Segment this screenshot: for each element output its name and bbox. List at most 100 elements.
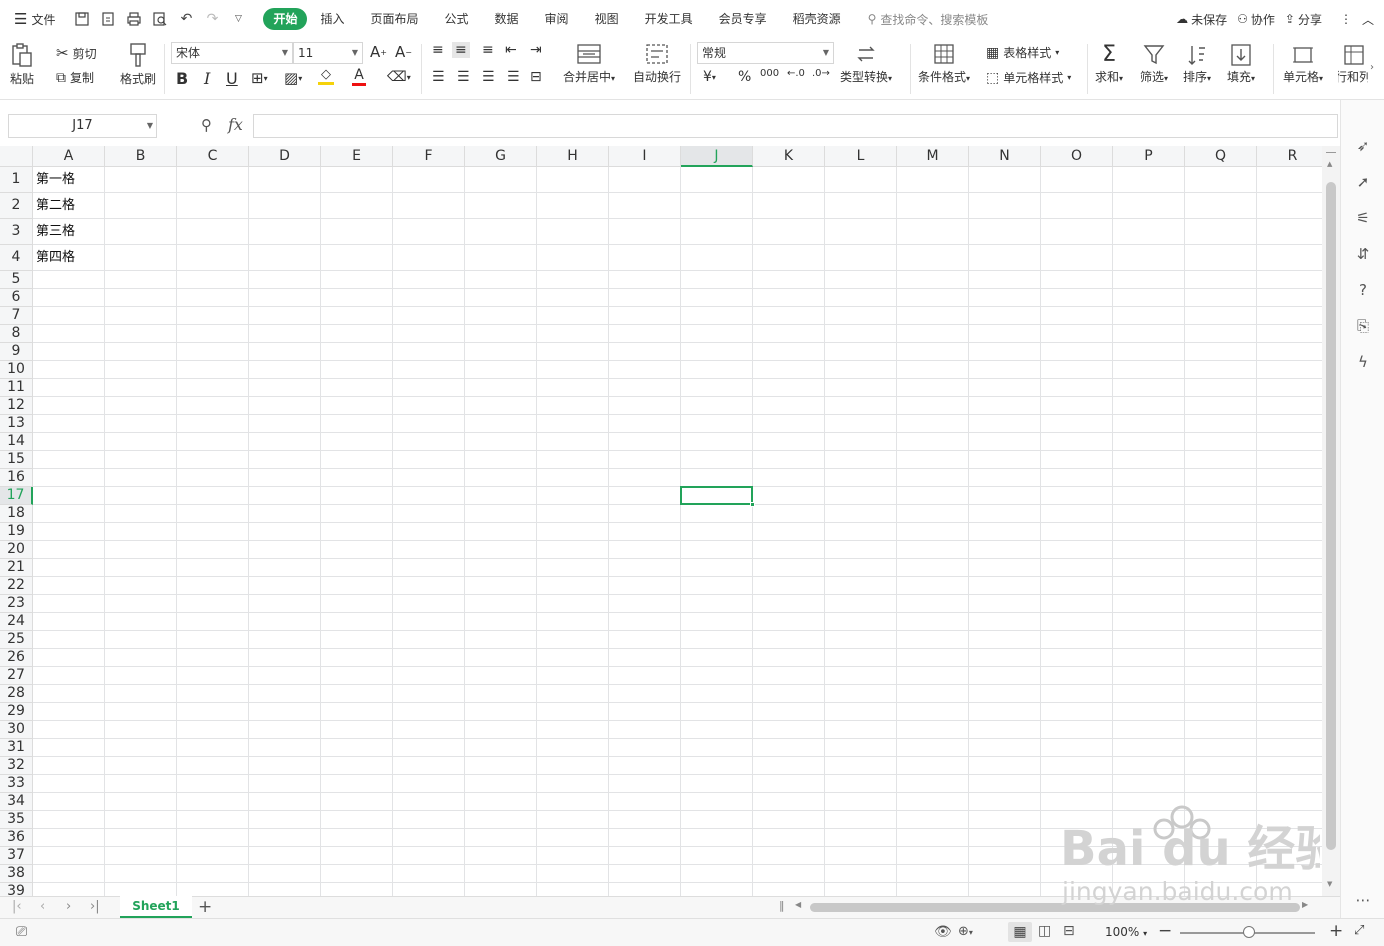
italic-button[interactable]: I bbox=[204, 69, 210, 88]
tab-insert[interactable]: 插入 bbox=[307, 8, 357, 30]
row-header-20[interactable]: 20 bbox=[0, 541, 33, 559]
reading-mode-icon[interactable]: ⊕▾ bbox=[958, 924, 973, 939]
eraser-icon[interactable]: ⌫ ▾ bbox=[387, 69, 411, 85]
paste-button[interactable]: 粘贴 bbox=[10, 42, 34, 87]
lightning-icon[interactable]: ϟ bbox=[1353, 352, 1373, 372]
row-header-29[interactable]: 29 bbox=[0, 703, 33, 721]
column-header-r[interactable]: R bbox=[1257, 146, 1322, 167]
tab-view[interactable]: 视图 bbox=[582, 8, 632, 30]
zoom-slider-handle[interactable] bbox=[1243, 926, 1255, 938]
increase-font-icon[interactable]: A + bbox=[370, 43, 387, 61]
cell-a2[interactable]: 第二格 bbox=[36, 193, 75, 219]
row-header-39[interactable]: 39 bbox=[0, 883, 33, 896]
column-header-o[interactable]: O bbox=[1041, 146, 1113, 167]
row-header-14[interactable]: 14 bbox=[0, 433, 33, 451]
next-sheet-icon[interactable]: › bbox=[66, 899, 71, 914]
cell-button[interactable]: 单元格▾ bbox=[1283, 42, 1323, 85]
format-icon[interactable]: ⇵ bbox=[1353, 244, 1373, 264]
decrease-indent-icon[interactable]: ⇤ bbox=[505, 42, 517, 58]
column-header-d[interactable]: D bbox=[249, 146, 321, 167]
copy-button[interactable]: ⧉ 复制 bbox=[56, 69, 94, 86]
row-header-13[interactable]: 13 bbox=[0, 415, 33, 433]
page-view-icon[interactable]: ◫ bbox=[1038, 923, 1051, 939]
distributed-align-icon[interactable]: ⊟ bbox=[530, 69, 542, 85]
add-sheet-icon[interactable]: + bbox=[198, 897, 212, 917]
collapse-ribbon-icon[interactable]: ︿ bbox=[1362, 11, 1374, 28]
tab-page-layout[interactable]: 页面布局 bbox=[358, 8, 432, 30]
last-sheet-icon[interactable]: ›| bbox=[90, 899, 100, 914]
sum-button[interactable]: Σ 求和▾ bbox=[1095, 42, 1123, 85]
prev-sheet-icon[interactable]: ‹ bbox=[40, 899, 45, 914]
select-all-corner[interactable] bbox=[0, 146, 33, 167]
table-style-button[interactable]: ▦ 表格样式 ▾ bbox=[986, 44, 1059, 61]
justify-icon[interactable]: ☰ bbox=[507, 69, 520, 85]
settings-sliders-icon[interactable]: ⚟ bbox=[1353, 208, 1373, 228]
column-header-n[interactable]: N bbox=[969, 146, 1041, 167]
column-header-l[interactable]: L bbox=[825, 146, 897, 167]
row-header-10[interactable]: 10 bbox=[0, 361, 33, 379]
more-horizontal-icon[interactable]: ⋯ bbox=[1353, 890, 1373, 910]
column-header-c[interactable]: C bbox=[177, 146, 249, 167]
zoom-level[interactable]: 100% ▾ bbox=[1105, 925, 1147, 939]
row-header-26[interactable]: 26 bbox=[0, 649, 33, 667]
cell-style-shading-icon[interactable]: ▨ ▾ bbox=[284, 69, 302, 87]
file-menu-button[interactable]: ☰ 文件 bbox=[14, 10, 55, 28]
row-header-6[interactable]: 6 bbox=[0, 289, 33, 307]
align-middle-icon[interactable]: ≡ bbox=[452, 42, 470, 58]
row-header-1[interactable]: 1 bbox=[0, 167, 33, 193]
cell-style-button[interactable]: ⬚ 单元格样式 ▾ bbox=[986, 69, 1071, 86]
format-painter-button[interactable]: 格式刷 bbox=[120, 42, 156, 87]
currency-button[interactable]: ¥ ▾ bbox=[703, 69, 716, 85]
page-break-view-icon[interactable]: ⊟ bbox=[1063, 923, 1075, 939]
horizontal-scroll-thumb[interactable] bbox=[810, 903, 1300, 912]
zoom-out-icon[interactable]: − bbox=[1158, 921, 1172, 941]
bold-button[interactable]: B bbox=[176, 69, 188, 88]
redo-icon[interactable]: ↷ bbox=[201, 8, 223, 30]
column-header-p[interactable]: P bbox=[1113, 146, 1185, 167]
thousands-separator-button[interactable]: 000 bbox=[760, 68, 779, 79]
row-header-37[interactable]: 37 bbox=[0, 847, 33, 865]
row-header-27[interactable]: 27 bbox=[0, 667, 33, 685]
scroll-right-icon[interactable]: ▶ bbox=[1302, 900, 1308, 909]
first-sheet-icon[interactable]: |‹ bbox=[12, 899, 22, 914]
row-header-17[interactable]: 17 bbox=[0, 487, 33, 505]
name-box[interactable]: J17 ▼ bbox=[8, 114, 157, 138]
row-header-9[interactable]: 9 bbox=[0, 343, 33, 361]
spreadsheet-grid[interactable]: A B C D E F G H I J K L M N O P Q R 1 2 3 4 5 6 7 8 9 10 11 12 13 14 15 1… bbox=[0, 146, 1322, 896]
cell-a4[interactable]: 第四格 bbox=[36, 245, 75, 271]
cell-a3[interactable]: 第三格 bbox=[36, 219, 75, 245]
normal-view-icon[interactable]: ▦ bbox=[1008, 922, 1032, 942]
tab-member[interactable]: 会员专享 bbox=[706, 8, 780, 30]
row-header-5[interactable]: 5 bbox=[0, 271, 33, 289]
conditional-format-button[interactable]: 条件格式▾ bbox=[918, 42, 970, 85]
print-icon[interactable] bbox=[123, 8, 145, 30]
fullscreen-icon[interactable]: ⤢ bbox=[1354, 923, 1364, 938]
row-header-33[interactable]: 33 bbox=[0, 775, 33, 793]
merge-center-button[interactable]: 合并居中▾ bbox=[563, 42, 615, 85]
share-button[interactable]: ⇪ 分享 bbox=[1285, 11, 1322, 28]
scroll-down-icon[interactable]: ▼ bbox=[1327, 880, 1332, 888]
column-header-f[interactable]: F bbox=[393, 146, 465, 167]
row-header-32[interactable]: 32 bbox=[0, 757, 33, 775]
row-header-12[interactable]: 12 bbox=[0, 397, 33, 415]
selected-cell[interactable] bbox=[680, 486, 755, 507]
column-header-g[interactable]: G bbox=[465, 146, 537, 167]
align-right-icon[interactable]: ☰ bbox=[482, 69, 495, 85]
eye-protection-icon[interactable]: 👁 bbox=[934, 924, 952, 940]
row-header-23[interactable]: 23 bbox=[0, 595, 33, 613]
border-icon[interactable]: ⊞ ▾ bbox=[251, 69, 268, 87]
save-icon[interactable] bbox=[71, 8, 93, 30]
print-preview-icon[interactable] bbox=[149, 8, 171, 30]
vertical-scroll-thumb[interactable] bbox=[1326, 182, 1336, 850]
customize-dropdown-icon[interactable]: ▽ bbox=[227, 8, 249, 30]
row-header-19[interactable]: 19 bbox=[0, 523, 33, 541]
formula-input[interactable] bbox=[253, 114, 1338, 138]
underline-button[interactable]: U bbox=[226, 69, 238, 88]
fill-handle[interactable] bbox=[750, 502, 755, 507]
vertical-scrollbar[interactable]: ▲ ▼ bbox=[1322, 146, 1340, 896]
column-header-e[interactable]: E bbox=[321, 146, 393, 167]
row-header-24[interactable]: 24 bbox=[0, 613, 33, 631]
row-header-36[interactable]: 36 bbox=[0, 829, 33, 847]
increase-decimal-icon[interactable]: ←.0 bbox=[787, 68, 805, 79]
row-header-11[interactable]: 11 bbox=[0, 379, 33, 397]
